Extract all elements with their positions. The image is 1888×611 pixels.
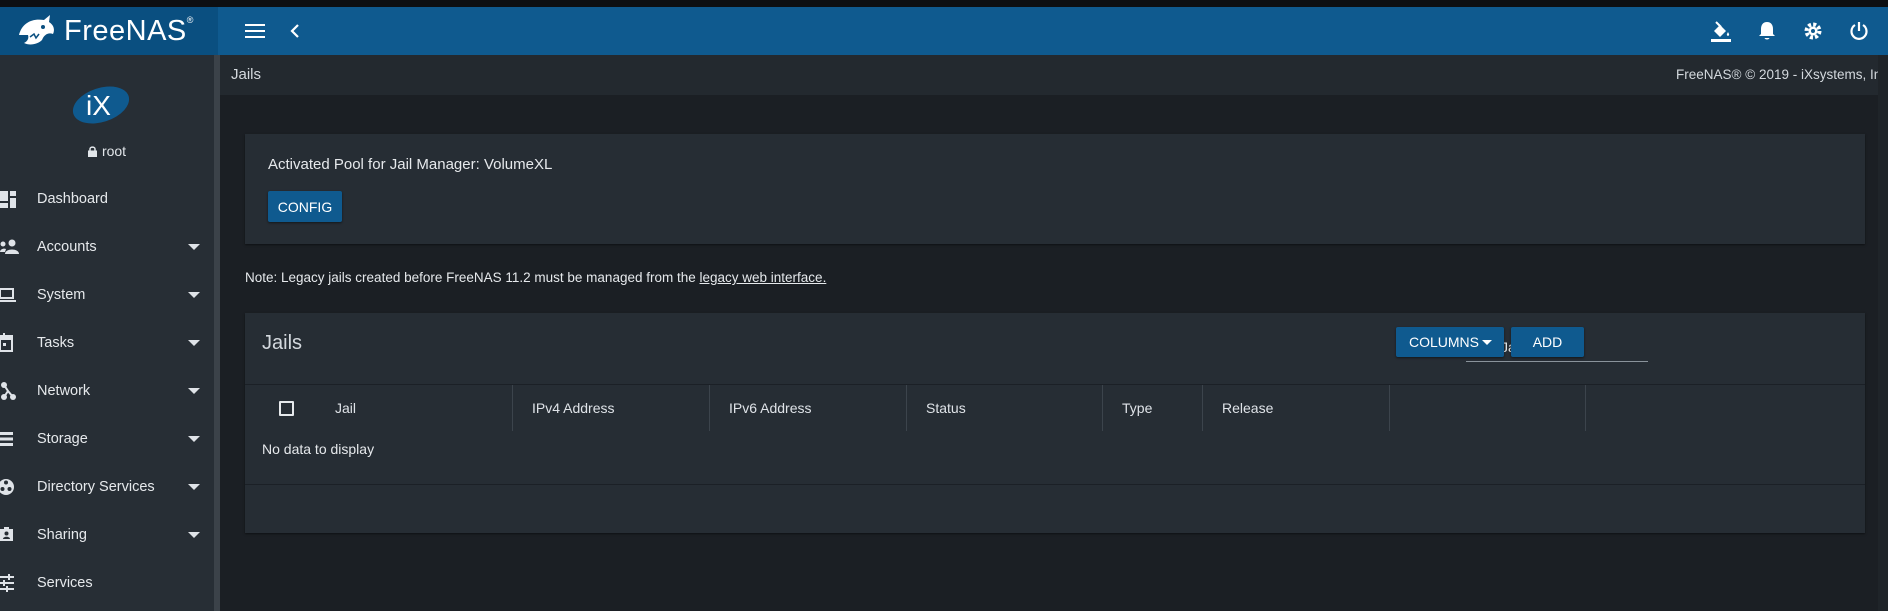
shark-logo-icon	[19, 15, 54, 45]
window-top-strip	[0, 0, 1888, 7]
sidebar-item-label: Tasks	[37, 335, 75, 351]
expand-caret-icon[interactable]	[188, 292, 200, 298]
sidebar-nav: Dashboard Accounts System Tasks Network …	[0, 175, 214, 607]
column-header-type[interactable]: Type	[1122, 385, 1152, 431]
sharing-icon	[0, 527, 13, 541]
collapse-sidebar-button[interactable]	[276, 12, 314, 50]
column-divider[interactable]	[1585, 385, 1586, 431]
column-header-status[interactable]: Status	[926, 385, 966, 431]
chevron-left-icon	[290, 24, 299, 38]
sidebar-item-network[interactable]: Network	[0, 367, 214, 415]
sidebar-item-label: Network	[37, 383, 91, 399]
column-divider[interactable]	[512, 385, 513, 431]
jails-table-card: Jails COLUMNS ADD Jail IPv4 Address IPv6…	[245, 313, 1865, 533]
columns-label: COLUMNS	[1409, 334, 1480, 350]
expand-caret-icon[interactable]	[188, 436, 200, 442]
calendar-icon	[0, 333, 13, 352]
expand-caret-icon[interactable]	[188, 484, 200, 490]
sidebar-item-label: Accounts	[37, 239, 97, 255]
activated-pool-text: Activated Pool for Jail Manager: VolumeX…	[268, 156, 553, 173]
page-scrollbar[interactable]	[1878, 55, 1888, 611]
laptop-icon	[0, 288, 16, 302]
sidebar-item-accounts[interactable]: Accounts	[0, 223, 214, 271]
menu-toggle-button[interactable]	[236, 12, 274, 50]
column-header-jail[interactable]: Jail	[335, 385, 356, 431]
sidebar-item-directory-services[interactable]: Directory Services	[0, 463, 214, 511]
lock-icon	[87, 145, 97, 157]
top-bar: FreeNAS®	[0, 7, 1888, 55]
column-divider[interactable]	[1202, 385, 1203, 431]
table-footer	[245, 484, 1865, 533]
column-header-ipv6[interactable]: IPv6 Address	[729, 385, 812, 431]
settings-button[interactable]	[1794, 12, 1832, 50]
alerts-button[interactable]	[1748, 12, 1786, 50]
sidebar-item-label: Storage	[37, 431, 88, 447]
sidebar-item-services[interactable]: Services	[0, 559, 214, 607]
legacy-web-interface-link[interactable]: legacy web interface.	[700, 270, 827, 285]
user-label: root	[0, 143, 214, 159]
breadcrumb: Jails FreeNAS® © 2019 - iXsystems, Inc	[220, 55, 1888, 95]
table-header: Jail IPv4 Address IPv6 Address Status Ty…	[245, 384, 1865, 431]
config-button[interactable]: CONFIG	[268, 191, 342, 222]
storage-icon	[0, 432, 13, 446]
main-content: Jails FreeNAS® © 2019 - iXsystems, Inc A…	[220, 55, 1888, 611]
column-divider[interactable]	[1389, 385, 1390, 431]
sidebar-item-system[interactable]: System	[0, 271, 214, 319]
empty-table-message: No data to display	[262, 441, 375, 457]
page-title: Jails	[231, 66, 262, 83]
table-title: Jails	[262, 332, 303, 354]
sidebar-item-tasks[interactable]: Tasks	[0, 319, 214, 367]
legacy-note: Note: Legacy jails created before FreeNA…	[245, 270, 826, 285]
add-button[interactable]: ADD	[1511, 327, 1584, 357]
column-header-ipv4[interactable]: IPv4 Address	[532, 385, 615, 431]
sidebar: iX root Dashboard Accounts System Tasks …	[0, 55, 214, 611]
sidebar-item-label: Services	[37, 575, 93, 591]
people-icon	[0, 239, 19, 254]
sidebar-item-label: System	[37, 287, 86, 303]
network-icon	[1, 382, 16, 400]
power-icon	[1850, 22, 1868, 40]
column-divider[interactable]	[1102, 385, 1103, 431]
sidebar-item-label: Directory Services	[37, 479, 155, 495]
svg-text:iX: iX	[86, 90, 111, 121]
expand-caret-icon[interactable]	[188, 388, 200, 394]
copyright-text: FreeNAS® © 2019 - iXsystems, Inc	[1676, 67, 1888, 82]
sidebar-item-label: Dashboard	[37, 191, 108, 207]
sidebar-item-dashboard[interactable]: Dashboard	[0, 175, 214, 223]
column-header-release[interactable]: Release	[1222, 385, 1273, 431]
sidebar-item-label: Sharing	[37, 527, 87, 543]
ix-avatar-icon: iX	[72, 86, 130, 124]
paint-bucket-icon	[1711, 21, 1731, 42]
expand-caret-icon[interactable]	[188, 244, 200, 250]
note-text: Note: Legacy jails created before FreeNA…	[245, 270, 700, 285]
expand-caret-icon[interactable]	[188, 532, 200, 538]
theme-button[interactable]	[1702, 12, 1740, 50]
select-all-checkbox[interactable]	[279, 401, 294, 416]
freenas-logo[interactable]: FreeNAS®	[0, 7, 218, 55]
expand-caret-icon[interactable]	[188, 340, 200, 346]
directory-icon	[0, 479, 14, 495]
column-divider[interactable]	[906, 385, 907, 431]
bell-icon	[1759, 22, 1775, 40]
caret-down-icon	[1482, 340, 1492, 345]
columns-button[interactable]: COLUMNS	[1396, 327, 1504, 357]
dashboard-icon	[0, 191, 16, 208]
app-name: FreeNAS®	[64, 14, 194, 47]
column-divider[interactable]	[709, 385, 710, 431]
sidebar-item-storage[interactable]: Storage	[0, 415, 214, 463]
gear-icon	[1804, 22, 1822, 40]
pool-card: Activated Pool for Jail Manager: VolumeX…	[245, 134, 1865, 244]
tune-icon	[0, 574, 14, 592]
power-button[interactable]	[1840, 12, 1878, 50]
menu-icon	[245, 24, 265, 38]
sidebar-item-sharing[interactable]: Sharing	[0, 511, 214, 559]
